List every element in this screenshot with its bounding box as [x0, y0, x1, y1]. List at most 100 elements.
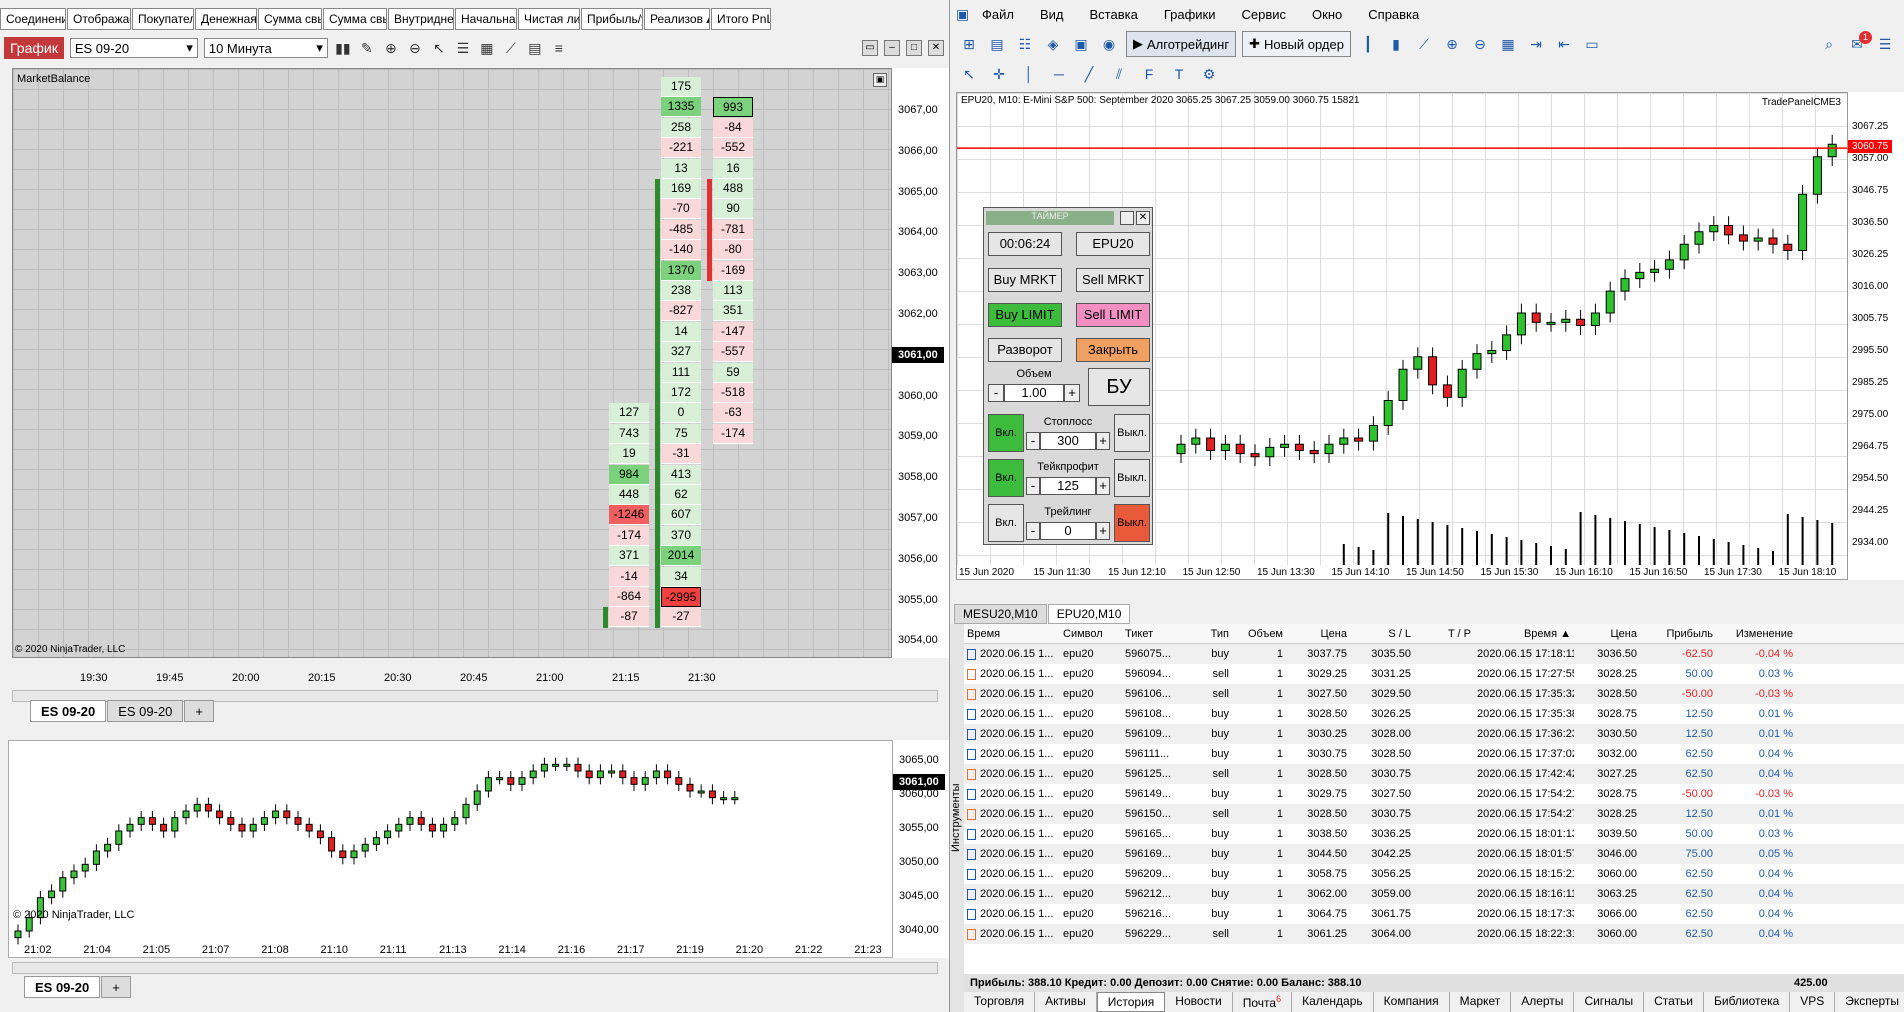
- menu-item-5[interactable]: Окно: [1312, 7, 1342, 22]
- takeprofit-on-button[interactable]: Вкл.: [988, 459, 1024, 497]
- toolbox-tab-11[interactable]: Библиотека: [1704, 992, 1791, 1012]
- takeprofit-input[interactable]: 125: [1040, 477, 1096, 495]
- terminal-icon[interactable]: ▣: [1070, 33, 1092, 55]
- table-row[interactable]: 2020.06.15 1... epu20 596109... buy 1 3030.25…: [964, 724, 1904, 744]
- table-row[interactable]: 2020.06.15 1... epu20 596075... buy 1 3037.75…: [964, 644, 1904, 664]
- account-column-0[interactable]: Соединение: [0, 8, 66, 30]
- toolbox-tab-12[interactable]: VPS: [1790, 992, 1836, 1012]
- column-header-9[interactable]: Цена: [1574, 628, 1640, 640]
- close-button[interactable]: Закрыть: [1076, 338, 1150, 362]
- account-column-4[interactable]: Сумма свы: [258, 8, 322, 30]
- mini-horizontal-scrollbar[interactable]: [12, 962, 938, 974]
- zoom-in-icon[interactable]: ⊕: [1441, 33, 1463, 55]
- toolbox-tab-10[interactable]: Статьи: [1644, 992, 1705, 1012]
- column-header-11[interactable]: Изменение: [1716, 628, 1796, 640]
- profiles-icon[interactable]: ▤: [986, 33, 1008, 55]
- volume-minus-button[interactable]: -: [988, 384, 1004, 402]
- menu-item-6[interactable]: Справка: [1368, 7, 1419, 22]
- add-tab-button[interactable]: +: [184, 700, 214, 722]
- channels-icon[interactable]: ⫽: [1108, 63, 1130, 85]
- column-header-1[interactable]: Символ: [1060, 628, 1122, 640]
- properties-icon[interactable]: ☰: [454, 39, 472, 57]
- panel-close-button[interactable]: ✕: [1136, 211, 1150, 225]
- account-column-9[interactable]: Прибыль/уб: [581, 8, 643, 30]
- toolbox-tab-4[interactable]: Почта6: [1233, 992, 1293, 1012]
- toolbox-tab-7[interactable]: Маркет: [1450, 992, 1512, 1012]
- stoploss-off-button[interactable]: Выкл.: [1114, 414, 1150, 452]
- mini-tab-es[interactable]: ES 09-20: [24, 976, 101, 998]
- new-chart-icon[interactable]: ⊞: [958, 33, 980, 55]
- cursor-icon[interactable]: ↖: [958, 63, 980, 85]
- buy-limit-button[interactable]: Buy LIMIT: [988, 303, 1062, 327]
- chart-settings-icon[interactable]: ▣: [873, 73, 887, 87]
- templates-icon[interactable]: ▤: [526, 39, 544, 57]
- toolbox-tab-6[interactable]: Компания: [1374, 992, 1450, 1012]
- table-row[interactable]: 2020.06.15 1... epu20 596229... sell 1 3061.2…: [964, 924, 1904, 944]
- zoom-out-icon[interactable]: ⊖: [1469, 33, 1491, 55]
- chart-label[interactable]: График: [4, 37, 64, 59]
- signals-icon[interactable]: ◉: [1098, 33, 1120, 55]
- indicators-icon[interactable]: ⟋: [502, 39, 520, 57]
- menu-icon[interactable]: ☰: [1874, 33, 1896, 55]
- table-row[interactable]: 2020.06.15 1... epu20 596212... buy 1 3062.00…: [964, 884, 1904, 904]
- menu-item-1[interactable]: Вид: [1040, 7, 1064, 22]
- column-header-2[interactable]: Тикет: [1122, 628, 1180, 640]
- horizontal-line-icon[interactable]: ─: [1048, 63, 1070, 85]
- market-balance-chart[interactable]: MarketBalance 175 1335 258 -221 13 169 -70 -485…: [12, 68, 892, 658]
- fibonacci-icon[interactable]: F: [1138, 63, 1160, 85]
- trailing-minus-button[interactable]: -: [1026, 522, 1040, 540]
- strategies-icon[interactable]: ▦: [478, 39, 496, 57]
- trendline-icon[interactable]: ╱: [1078, 63, 1100, 85]
- chart-tab-0[interactable]: ES 09-20: [30, 700, 107, 722]
- vertical-line-icon[interactable]: │: [1018, 63, 1040, 85]
- column-header-4[interactable]: Объем: [1232, 628, 1286, 640]
- toolbox-tab-0[interactable]: Торговля: [964, 992, 1036, 1012]
- account-column-7[interactable]: Начальная: [455, 8, 517, 30]
- instrument-select[interactable]: ES 09-20 ▾: [69, 38, 198, 58]
- stoploss-on-button[interactable]: Вкл.: [988, 414, 1024, 452]
- close-icon[interactable]: ✕: [928, 40, 944, 56]
- toolbox-tab-2[interactable]: История: [1096, 992, 1166, 1012]
- market-watch-icon[interactable]: ◈: [1042, 33, 1064, 55]
- account-column-11[interactable]: Итого PnL: [711, 8, 771, 30]
- account-column-1[interactable]: Отображае: [67, 8, 131, 30]
- sell-limit-button[interactable]: Sell LIMIT: [1076, 303, 1150, 327]
- table-row[interactable]: 2020.06.15 1... epu20 596209... buy 1 3058.75…: [964, 864, 1904, 884]
- tile-icon[interactable]: ▦: [1497, 33, 1519, 55]
- mt-chart-tab-1[interactable]: EPU20,M10: [1047, 604, 1131, 624]
- toolbox-tab-13[interactable]: Эксперты: [1835, 992, 1904, 1012]
- trailing-plus-button[interactable]: +: [1096, 522, 1110, 540]
- table-row[interactable]: 2020.06.15 1... epu20 596216... buy 1 3064.75…: [964, 904, 1904, 924]
- pencil-icon[interactable]: ✎: [358, 39, 376, 57]
- menu-item-0[interactable]: Файл: [982, 7, 1014, 22]
- column-header-5[interactable]: Цена: [1286, 628, 1350, 640]
- new-order-button[interactable]: ✚ Новый ордер: [1242, 31, 1351, 57]
- crosshair-icon[interactable]: ✛: [988, 63, 1010, 85]
- account-column-10[interactable]: Реализов ▴: [644, 8, 710, 30]
- toolbox-tab-9[interactable]: Сигналы: [1574, 992, 1645, 1012]
- volume-input[interactable]: 1.00: [1004, 384, 1064, 402]
- volume-plus-button[interactable]: +: [1064, 384, 1080, 402]
- maximize-icon[interactable]: □: [906, 40, 922, 56]
- shapes-icon[interactable]: ⚙: [1198, 63, 1220, 85]
- bars-icon[interactable]: ┃: [1357, 33, 1379, 55]
- menu-item-4[interactable]: Сервис: [1242, 7, 1287, 22]
- autoscroll-icon[interactable]: ⇥: [1525, 33, 1547, 55]
- list-icon[interactable]: ≡: [550, 39, 568, 57]
- account-column-6[interactable]: Внутриднев: [388, 8, 454, 30]
- table-row[interactable]: 2020.06.15 1... epu20 596149... buy 1 3029.75…: [964, 784, 1904, 804]
- column-header-8[interactable]: Время ▲: [1474, 628, 1574, 640]
- takeprofit-plus-button[interactable]: +: [1096, 477, 1110, 495]
- navigator-icon[interactable]: ☷: [1014, 33, 1036, 55]
- zoom-in-icon[interactable]: ⊕: [382, 39, 400, 57]
- toolbox-tab-1[interactable]: Активы: [1035, 992, 1097, 1012]
- takeprofit-off-button[interactable]: Выкл.: [1114, 459, 1150, 497]
- templates-icon[interactable]: ▭: [1581, 33, 1603, 55]
- panel-minimize-button[interactable]: [1120, 211, 1134, 225]
- toolbox-tab-5[interactable]: Календарь: [1292, 992, 1374, 1012]
- bar-type-icon[interactable]: ▮▮: [334, 39, 352, 57]
- column-header-3[interactable]: Тип: [1180, 628, 1232, 640]
- cursor-icon[interactable]: ↖: [430, 39, 448, 57]
- menu-item-3[interactable]: Графики: [1164, 7, 1216, 22]
- algo-trading-button[interactable]: ▶ Алготрейдинг: [1126, 31, 1237, 57]
